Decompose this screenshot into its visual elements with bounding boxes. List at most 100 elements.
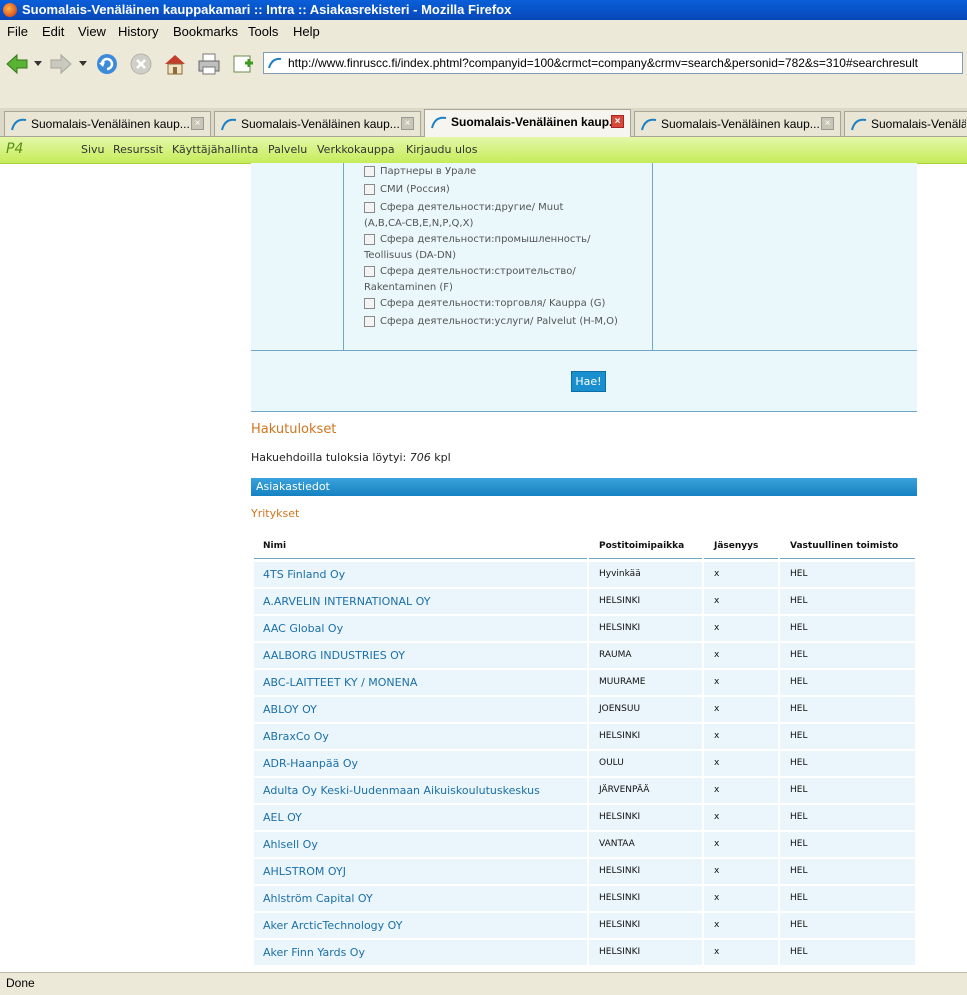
tab-5[interactable]: Suomalais-Venäläinen kaup... xyxy=(844,111,967,136)
url-field[interactable]: http://www.finruscc.fi/index.phtml?compa… xyxy=(263,52,963,74)
header-underline xyxy=(589,558,702,559)
close-tab-icon[interactable]: × xyxy=(191,117,204,130)
menu-bookmarks[interactable]: Bookmarks xyxy=(173,24,238,39)
tab-favicon-icon xyxy=(221,118,237,131)
checkbox[interactable] xyxy=(364,184,375,195)
menu-edit[interactable]: Edit xyxy=(42,24,64,39)
nav-sivu[interactable]: Sivu xyxy=(81,143,105,156)
filter-checkbox-item[interactable]: Партнеры в Урале xyxy=(364,164,624,180)
menu-help[interactable]: Help xyxy=(293,24,320,39)
table-row: ABC-LAITTEET KY / MONENA MUURAME x HEL xyxy=(254,670,915,695)
company-name-link[interactable]: ABC-LAITTEET KY / MONENA xyxy=(254,670,587,695)
close-tab-icon[interactable]: × xyxy=(401,117,414,130)
company-name-link[interactable]: ABLOY OY xyxy=(254,697,587,722)
membership-cell: x xyxy=(704,805,778,830)
home-icon[interactable] xyxy=(162,51,188,77)
office-cell: HEL xyxy=(780,751,915,776)
table-row: ABLOY OY JOENSUU x HEL xyxy=(254,697,915,722)
table-row: Ahlström Capital OY HELSINKI x HEL xyxy=(254,886,915,911)
tab-1[interactable]: Suomalais-Venäläinen kaup... × xyxy=(4,111,211,136)
header-underline xyxy=(780,558,915,559)
stop-icon[interactable] xyxy=(128,51,154,77)
forward-dropdown-icon[interactable] xyxy=(79,61,87,67)
checkbox[interactable] xyxy=(364,266,375,277)
header-underline xyxy=(254,558,587,559)
tab-2[interactable]: Suomalais-Venäläinen kaup... × xyxy=(214,111,421,136)
filter-checkbox-item[interactable]: СМИ (Россия) xyxy=(364,182,624,198)
company-name-link[interactable]: Aker Finn Yards Oy xyxy=(254,940,587,965)
membership-cell: x xyxy=(704,589,778,614)
checkbox[interactable] xyxy=(364,298,375,309)
menu-view[interactable]: View xyxy=(78,24,106,39)
company-name-link[interactable]: Ahlsell Oy xyxy=(254,832,587,857)
tab-4[interactable]: Suomalais-Venäläinen kaup... × xyxy=(634,111,841,136)
checkbox[interactable] xyxy=(364,166,375,177)
company-name-link[interactable]: 4TS Finland Oy xyxy=(254,562,587,587)
column-header-office[interactable]: Vastuullinen toimisto xyxy=(790,541,898,551)
tab-favicon-icon xyxy=(431,116,447,129)
company-name-link[interactable]: A.ARVELIN INTERNATIONAL OY xyxy=(254,589,587,614)
checkbox[interactable] xyxy=(364,234,375,245)
close-tab-icon[interactable]: × xyxy=(821,117,834,130)
new-tab-icon[interactable] xyxy=(230,51,256,77)
search-button[interactable]: Hae! xyxy=(571,371,606,392)
company-name-link[interactable]: Aker ArcticTechnology OY xyxy=(254,913,587,938)
membership-cell: x xyxy=(704,913,778,938)
menu-file[interactable]: File xyxy=(7,24,28,39)
results-count: Hakuehdoilla tuloksia löytyi: 706 kpl xyxy=(251,451,451,464)
company-name-link[interactable]: AEL OY xyxy=(254,805,587,830)
company-name-link[interactable]: ABraxCo Oy xyxy=(254,724,587,749)
subsection-title: Yritykset xyxy=(251,507,300,520)
office-cell: HEL xyxy=(780,562,915,587)
membership-cell: x xyxy=(704,832,778,857)
back-arrow-icon[interactable] xyxy=(4,51,30,77)
close-tab-icon[interactable]: × xyxy=(611,115,624,128)
membership-cell: x xyxy=(704,670,778,695)
table-row: AEL OY HELSINKI x HEL xyxy=(254,805,915,830)
company-name-link[interactable]: AALBORG INDUSTRIES OY xyxy=(254,643,587,668)
print-icon[interactable] xyxy=(196,51,222,77)
status-text: Done xyxy=(6,976,35,990)
filter-checkbox-item[interactable]: Сфера деятельности:другие/ Muut (A,B,CA-… xyxy=(364,200,624,232)
forward-arrow-icon[interactable] xyxy=(48,51,74,77)
menu-history[interactable]: History xyxy=(118,24,158,39)
company-name-link[interactable]: AAC Global Oy xyxy=(254,616,587,641)
column-header-name[interactable]: Nimi xyxy=(263,541,286,551)
office-cell: HEL xyxy=(780,724,915,749)
tab-3-active[interactable]: Suomalais-Venäläinen kaup... × xyxy=(424,109,631,137)
table-row: Aker ArcticTechnology OY HELSINKI x HEL xyxy=(254,913,915,938)
menu-tools[interactable]: Tools xyxy=(248,24,278,39)
company-name-link[interactable]: ADR-Haanpää Oy xyxy=(254,751,587,776)
divider xyxy=(251,411,917,412)
back-dropdown-icon[interactable] xyxy=(34,61,42,67)
checkbox[interactable] xyxy=(364,202,375,213)
office-cell: HEL xyxy=(780,697,915,722)
filter-checkbox-item[interactable]: Сфера деятельности:промышленность/ Teoll… xyxy=(364,232,624,264)
office-cell: HEL xyxy=(780,589,915,614)
office-cell: HEL xyxy=(780,859,915,884)
nav-verkkokauppa[interactable]: Verkkokauppa xyxy=(317,143,395,156)
window-title-bar: Suomalais-Venäläinen kauppakamari :: Int… xyxy=(0,0,967,20)
table-row: A.ARVELIN INTERNATIONAL OY HELSINKI x HEL xyxy=(254,589,915,614)
company-name-link[interactable]: Adulta Oy Keski-Uudenmaan Aikuiskoulutus… xyxy=(254,778,587,803)
company-name-link[interactable]: Ahlström Capital OY xyxy=(254,886,587,911)
checkbox[interactable] xyxy=(364,316,375,327)
membership-cell: x xyxy=(704,940,778,965)
table-row: AHLSTROM OYJ HELSINKI x HEL xyxy=(254,859,915,884)
membership-cell: x xyxy=(704,697,778,722)
city-cell: JOENSUU xyxy=(589,697,702,722)
reload-icon[interactable] xyxy=(94,51,120,77)
tab-label: Suomalais-Venäläinen kaup... xyxy=(241,117,400,131)
filter-checkbox-item[interactable]: Сфера деятельности:торговля/ Kauppa (G) xyxy=(364,296,624,312)
nav-kayttajahallinta[interactable]: Käyttäjähallinta xyxy=(172,143,258,156)
filter-checkbox-item[interactable]: Сфера деятельности:услуги/ Palvelut (H-M… xyxy=(364,314,624,330)
nav-resurssit[interactable]: Resurssit xyxy=(113,143,163,156)
nav-kirjaudu-ulos[interactable]: Kirjaudu ulos xyxy=(406,143,478,156)
nav-palvelu[interactable]: Palvelu xyxy=(268,143,307,156)
column-header-city[interactable]: Postitoimipaikka xyxy=(599,541,684,551)
menu-bar: File Edit View History Bookmarks Tools H… xyxy=(0,20,967,42)
section-header: Asiakastiedot xyxy=(251,478,917,496)
filter-checkbox-item[interactable]: Сфера деятельности:строительство/ Rakent… xyxy=(364,264,624,296)
column-header-membership[interactable]: Jäsenyys xyxy=(714,541,758,551)
company-name-link[interactable]: AHLSTROM OYJ xyxy=(254,859,587,884)
